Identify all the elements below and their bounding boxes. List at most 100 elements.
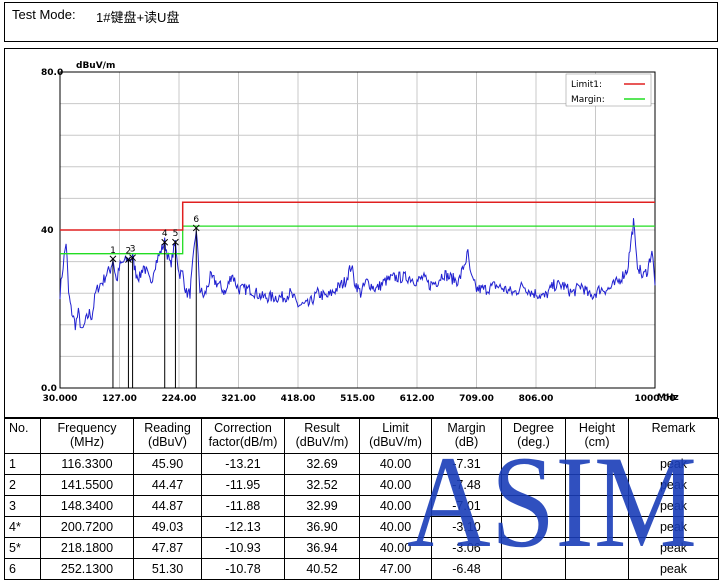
cell-result: 32.69 [284, 453, 360, 475]
column-header: Reading (dBuV) [133, 418, 202, 454]
emission-chart: dBuV/m MHz 80.0400.030.000 127.00 224.00 32… [36, 58, 679, 416]
cell-margin: -3.10 [431, 516, 502, 538]
x-tick-label: 806.00 [519, 394, 554, 404]
cell-height [565, 537, 629, 559]
cell-height [565, 474, 629, 496]
cell-freq: 200.7200 [40, 516, 134, 538]
cell-remark: peak [628, 516, 719, 538]
column-header-line1: Correction [214, 421, 272, 435]
test-mode-label: Test Mode: [12, 7, 76, 22]
cell-remark: peak [628, 495, 719, 517]
cell-freq: 218.1800 [40, 537, 134, 559]
cell-reading: 44.47 [133, 474, 202, 496]
cell-result: 36.90 [284, 516, 360, 538]
cell-limit: 40.00 [359, 474, 432, 496]
cell-reading: 44.87 [133, 495, 202, 517]
column-header: No. [4, 418, 41, 454]
table-row: 3 148.3400 44.87 -11.88 32.99 40.00 -7.01 peak [4, 495, 719, 517]
cell-limit: 40.00 [359, 516, 432, 538]
cell-result: 40.52 [284, 558, 360, 580]
table-header-row: No. Frequency (MHz) Reading (dBuV) Correction… [4, 418, 719, 454]
cell-result: 32.52 [284, 474, 360, 496]
column-header-line1: Result [304, 421, 340, 435]
cell-remark: peak [628, 558, 719, 580]
column-header: Limit (dBuV/m) [359, 418, 432, 454]
table-row: 1 116.3300 45.90 -13.21 32.69 40.00 -7.31 peak [4, 453, 719, 475]
cell-margin: -6.48 [431, 558, 502, 580]
column-header: Height (cm) [565, 418, 629, 454]
x-tick-label: 515.00 [340, 394, 375, 404]
column-header-line1: Height [578, 421, 616, 435]
cell-degree [501, 516, 566, 538]
column-header-line1: Limit [382, 421, 409, 435]
y-tick-label: 0.0 [41, 384, 57, 394]
cell-height [565, 558, 629, 580]
x-tick-label: 127.00 [102, 394, 137, 404]
cell-degree [501, 453, 566, 475]
column-header-line2: (cm) [584, 435, 610, 449]
cell-reading: 51.30 [133, 558, 202, 580]
cell-height [565, 453, 629, 475]
cell-limit: 40.00 [359, 453, 432, 475]
marker-label: 5 [173, 229, 179, 239]
column-header-line2: (dBuV/m) [295, 435, 349, 449]
emission-results-table: No. Frequency (MHz) Reading (dBuV) Correction… [4, 418, 719, 580]
marker-label: 6 [193, 215, 199, 225]
cell-remark: peak [628, 453, 719, 475]
cell-freq: 116.3300 [40, 453, 134, 475]
x-tick-label: 30.000 [43, 394, 78, 404]
cell-limit: 47.00 [359, 558, 432, 580]
chart-legend: Limit1: Margin: [565, 73, 652, 107]
cell-freq: 148.3400 [40, 495, 134, 517]
cell-degree [501, 558, 566, 580]
y-tick-label: 40 [41, 226, 54, 236]
x-tick-label: 709.00 [459, 394, 494, 404]
column-header-line1: Frequency [57, 421, 117, 435]
cell-corr: -11.95 [201, 474, 285, 496]
cell-result: 36.94 [284, 537, 360, 559]
test-mode-panel: Test Mode: 1#键盘+读U盘 [4, 2, 718, 42]
column-header-line2: factor(dB/m) [208, 435, 278, 449]
column-header: Result (dBuV/m) [284, 418, 360, 454]
cell-height [565, 495, 629, 517]
marker-label: 4 [162, 229, 168, 239]
y-axis-label: dBuV/m [76, 61, 115, 71]
x-tick-label: 612.00 [400, 394, 435, 404]
table-row: 6 252.1300 51.30 -10.78 40.52 47.00 -6.48 peak [4, 558, 719, 580]
cell-degree [501, 474, 566, 496]
cell-reading: 47.87 [133, 537, 202, 559]
x-tick-label: 321.00 [221, 394, 256, 404]
cell-margin: -3.06 [431, 537, 502, 559]
column-header: Degree (deg.) [501, 418, 566, 454]
cell-degree [501, 537, 566, 559]
cell-reading: 49.03 [133, 516, 202, 538]
column-header-line2: (dB) [454, 435, 479, 449]
cell-remark: peak [628, 474, 719, 496]
cell-corr: -11.88 [201, 495, 285, 517]
table-row: 4* 200.7200 49.03 -12.13 36.90 40.00 -3.10 peak [4, 516, 719, 538]
cell-remark: peak [628, 537, 719, 559]
cell-no: 6 [4, 558, 41, 580]
cell-corr: -13.21 [201, 453, 285, 475]
cell-reading: 45.90 [133, 453, 202, 475]
cell-no: 2 [4, 474, 41, 496]
cell-no: 4* [4, 516, 41, 538]
column-header: Remark [628, 418, 719, 454]
column-header-line1: No. [9, 421, 29, 435]
y-tick-label: 80.0 [41, 68, 63, 78]
marker-label: 3 [130, 245, 136, 255]
cell-freq: 252.1300 [40, 558, 134, 580]
x-tick-label: 224.00 [162, 394, 197, 404]
table-row: 2 141.5500 44.47 -11.95 32.52 40.00 -7.48 peak [4, 474, 719, 496]
test-mode-value: 1#键盘+读U盘 [96, 10, 180, 25]
cell-no: 5* [4, 537, 41, 559]
column-header-line2: (MHz) [69, 435, 104, 449]
column-header-line2: (dBuV/m) [369, 435, 422, 449]
cell-limit: 40.00 [359, 495, 432, 517]
table-row: 5* 218.1800 47.87 -10.93 36.94 40.00 -3.06 peak [4, 537, 719, 559]
cell-result: 32.99 [284, 495, 360, 517]
cell-corr: -10.93 [201, 537, 285, 559]
cell-degree [501, 495, 566, 517]
column-header-line1: Remark [651, 421, 696, 435]
cell-corr: -12.13 [201, 516, 285, 538]
